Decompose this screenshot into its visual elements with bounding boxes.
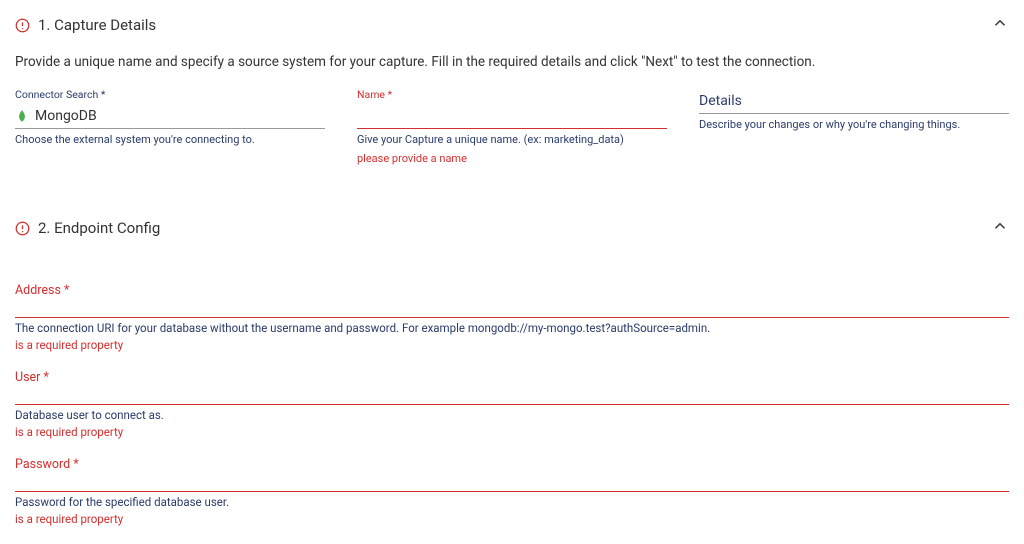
name-text-input[interactable] xyxy=(357,108,667,124)
password-input[interactable] xyxy=(15,470,1009,492)
user-helper: Database user to connect as. xyxy=(15,408,1009,422)
user-text-input[interactable] xyxy=(15,386,1009,402)
address-error: is a required property xyxy=(15,338,1009,352)
section-title: 1. Capture Details xyxy=(38,16,991,34)
connector-field: Connector Search MongoDB Choose the exte… xyxy=(15,88,325,165)
password-error: is a required property xyxy=(15,512,1009,526)
error-icon xyxy=(15,18,30,33)
name-input[interactable] xyxy=(357,103,667,129)
user-field: User Database user to connect as. is a r… xyxy=(15,370,1009,439)
user-input[interactable] xyxy=(15,383,1009,405)
address-label: Address xyxy=(15,283,1009,298)
connector-value: MongoDB xyxy=(35,108,325,124)
name-label: Name xyxy=(357,88,667,101)
connector-label: Connector Search xyxy=(15,88,325,101)
address-input[interactable] xyxy=(15,296,1009,318)
name-field: Name Give your Capture a unique name. (e… xyxy=(357,88,667,165)
password-helper: Password for the specified database user… xyxy=(15,495,1009,509)
password-label: Password xyxy=(15,457,1009,472)
password-field: Password Password for the specified data… xyxy=(15,457,1009,526)
connector-helper: Choose the external system you're connec… xyxy=(15,133,325,146)
user-label: User xyxy=(15,370,1009,385)
section-header-capture-details[interactable]: 1. Capture Details xyxy=(15,0,1009,50)
address-helper: The connection URI for your database wit… xyxy=(15,321,1009,335)
password-text-input[interactable] xyxy=(15,473,1009,489)
chevron-up-icon xyxy=(991,14,1009,36)
details-field: Details Describe your changes or why you… xyxy=(699,88,1009,165)
details-helper: Describe your changes or why you're chan… xyxy=(699,118,1009,131)
section-description: Provide a unique name and specify a sour… xyxy=(15,54,1009,70)
section-header-endpoint-config[interactable]: 2. Endpoint Config xyxy=(15,203,1009,253)
details-input[interactable]: Details xyxy=(699,88,1009,114)
mongodb-icon xyxy=(15,109,29,123)
connector-search-input[interactable]: MongoDB xyxy=(15,103,325,129)
address-field: Address The connection URI for your data… xyxy=(15,283,1009,352)
error-icon xyxy=(15,221,30,236)
user-error: is a required property xyxy=(15,425,1009,439)
chevron-up-icon xyxy=(991,217,1009,239)
name-error: please provide a name xyxy=(357,152,667,165)
section-title: 2. Endpoint Config xyxy=(38,219,991,237)
details-placeholder-text: Details xyxy=(699,93,742,109)
address-text-input[interactable] xyxy=(15,299,1009,315)
name-helper: Give your Capture a unique name. (ex: ma… xyxy=(357,133,667,146)
